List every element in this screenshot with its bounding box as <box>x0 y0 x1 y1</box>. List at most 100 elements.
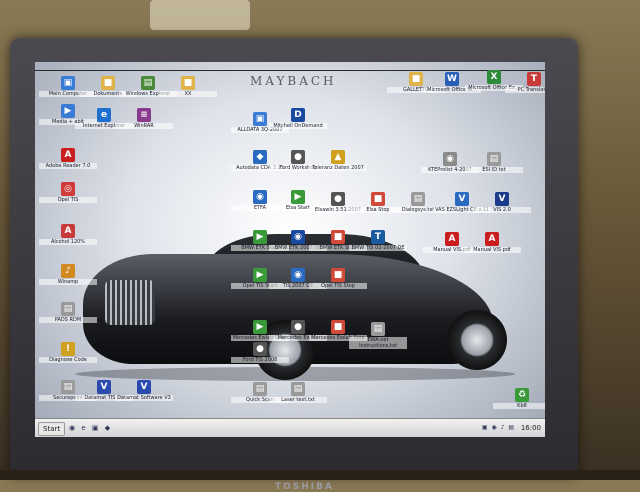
desktop-shortcut-label: Mitchell OnDemand <box>269 123 327 129</box>
securepoint-icon[interactable]: ▤ <box>61 380 75 394</box>
desktop-shortcut[interactable]: ▤ EWA.net Instructions.txt <box>349 322 407 349</box>
desktop-shortcut[interactable]: ▤ ESI ID txt <box>465 152 523 173</box>
desktop-shortcut[interactable]: ■ Opel TIS Stop <box>309 268 367 289</box>
system-tray[interactable]: ▣ ◉ ♪ ▤ <box>482 424 515 431</box>
desktop-shortcut-label: EWA.net Instructions.txt <box>349 337 407 349</box>
pads-icon[interactable]: ▤ <box>61 302 75 316</box>
bmw-tis-icon[interactable]: T <box>371 230 385 244</box>
desktop-shortcut[interactable]: ▲ Toleranz Daten 2007 <box>309 150 367 171</box>
manual-vis-pdf-icon[interactable]: A <box>445 232 459 246</box>
documents-folder-icon[interactable]: ■ <box>101 76 115 90</box>
vas-icon[interactable]: V <box>455 192 469 206</box>
desktop-shortcut-label: Winamp <box>39 279 97 285</box>
ms-word-icon[interactable]: W <box>445 72 459 86</box>
desktop-shortcut-label: VIS 2.0 <box>473 207 531 213</box>
desktop-shortcut[interactable]: D Mitchell OnDemand <box>269 108 327 129</box>
winrar-icon[interactable]: ≡ <box>137 108 151 122</box>
bmw-etk-icon[interactable]: ◉ <box>291 230 305 244</box>
quick-scan-icon[interactable]: ▤ <box>253 382 267 396</box>
desktop-shortcut-label: Kb8 <box>493 403 545 409</box>
recycle-bin-icon[interactable]: ♻ <box>515 388 529 402</box>
ewa-txt-icon[interactable]: ▤ <box>371 322 385 336</box>
opel-tis-icon[interactable]: ◎ <box>61 182 75 196</box>
desktop-shortcut-label: Toleranz Daten 2007 <box>309 165 367 171</box>
desktop-shortcut[interactable]: V VIS 2.0 <box>473 192 531 213</box>
wall-outlet <box>150 0 250 30</box>
desktop-shortcut-label: Ford TIS 2008 <box>231 357 289 363</box>
desktop-shortcut[interactable]: A Adobe Reader 7.0 <box>39 148 97 169</box>
windows-explorer-icon[interactable]: ▤ <box>141 76 155 90</box>
desktop-shortcut-label: Laser text.txt <box>269 397 327 403</box>
toleranz-daten-icon[interactable]: ▲ <box>331 150 345 164</box>
bmw-etk-start-icon[interactable]: ▶ <box>253 230 267 244</box>
desktop-shortcut-label: Diagnose Code <box>39 357 97 363</box>
desktop-shortcut[interactable]: ♻ Kb8 <box>493 388 545 409</box>
desktop-shortcut-label: Opel TIS Stop <box>309 283 367 289</box>
taskbar: Start ◉ e ▣ ◆ ▣ ◉ ♪ ▤ 16:00 <box>35 418 545 437</box>
desktop-shortcut[interactable]: A Alcohol 120% <box>39 224 97 245</box>
desktop-shortcut-label: Datamat Software V3 <box>115 395 173 401</box>
opel-tis-start-icon[interactable]: ▶ <box>253 268 267 282</box>
desktop-shortcut-label: Alcohol 120% <box>39 239 97 245</box>
mercedes-stop-icon[interactable]: ■ <box>331 320 345 334</box>
ford-workshop-icon[interactable]: ● <box>291 150 305 164</box>
alldata-icon[interactable]: ▣ <box>253 112 267 126</box>
alcohol-icon[interactable]: A <box>61 224 75 238</box>
desktop-shortcut[interactable]: ▤ PADS RDM <box>39 302 97 323</box>
mercedes-ewlab-icon[interactable]: ● <box>291 320 305 334</box>
my-computer-icon[interactable]: ▣ <box>61 76 75 90</box>
quick-launch-bar[interactable]: ◉ e ▣ ◆ <box>69 424 112 432</box>
datamat-software-icon[interactable]: V <box>137 380 151 394</box>
galletto-folder-icon[interactable]: ■ <box>409 72 423 86</box>
winamp-icon[interactable]: ♪ <box>61 264 75 278</box>
adobe-reader-icon[interactable]: A <box>61 148 75 162</box>
desktop-shortcut-label: Opel TIS <box>39 197 97 203</box>
manual-vis-pdf-2-icon[interactable]: A <box>485 232 499 246</box>
desktop-shortcut[interactable]: ◎ Opel TIS <box>39 182 97 203</box>
desktop-shortcut-label: PADS RDM <box>39 317 97 323</box>
autodata-icon[interactable]: ◆ <box>253 150 267 164</box>
desktop-shortcut[interactable]: ≡ WinRAR <box>115 108 173 129</box>
desktop-shortcut[interactable]: ● Ford TIS 2008 <box>231 342 289 363</box>
ford-tis-icon[interactable]: ● <box>253 342 267 356</box>
diagnose-code-icon[interactable]: ! <box>61 342 75 356</box>
monitor-brand: TOSHIBA <box>275 482 334 492</box>
desktop-shortcut[interactable]: ■ XX <box>159 76 217 97</box>
desktop-shortcut[interactable]: T BMW TIS 02-2007 DE <box>349 230 407 251</box>
dialogsys-txt-icon[interactable]: ▤ <box>411 192 425 206</box>
media-player-icon[interactable]: ▶ <box>61 104 75 118</box>
mercedes-start-icon[interactable]: ▶ <box>253 320 267 334</box>
desktop-screen: MAYBACH ▣ Mein Computer ■ Dokumente ▤ Windows… <box>35 62 545 437</box>
bmw-etk-stop-icon[interactable]: ■ <box>331 230 345 244</box>
datamat-tis-icon[interactable]: V <box>97 380 111 394</box>
desktop-shortcut-label: PC Translator <box>505 87 545 93</box>
esi-txt-icon[interactable]: ▤ <box>487 152 501 166</box>
taskbar-clock: 16:00 <box>520 424 541 432</box>
etfa-icon[interactable]: ◉ <box>253 190 267 204</box>
elsawin-icon[interactable]: ● <box>331 192 345 206</box>
ms-excel-icon[interactable]: X <box>487 70 501 84</box>
opel-tis-stop-icon[interactable]: ■ <box>331 268 345 282</box>
car-rear-wheel <box>447 310 507 370</box>
elsa-start-icon[interactable]: ▶ <box>291 190 305 204</box>
vis-icon[interactable]: V <box>495 192 509 206</box>
desktop-shortcut[interactable]: A Manual VIS pdf <box>463 232 521 253</box>
wallpaper-title: MAYBACH <box>250 74 337 88</box>
desktop-shortcut[interactable]: TPC Translator <box>505 72 545 93</box>
pc-translator-icon[interactable]: T <box>527 72 541 86</box>
folder-icon[interactable]: ■ <box>181 76 195 90</box>
kte-prolist-icon[interactable]: ◉ <box>443 152 457 166</box>
desktop-shortcut[interactable]: V Datamat Software V3 <box>115 380 173 401</box>
elsa-stop-icon[interactable]: ■ <box>371 192 385 206</box>
internet-explorer-icon[interactable]: e <box>97 108 111 122</box>
desktop-shortcut-label: Adobe Reader 7.0 <box>39 163 97 169</box>
start-button[interactable]: Start <box>38 422 66 436</box>
desktop-shortcut[interactable]: ♪ Winamp <box>39 264 97 285</box>
mitchell-ondemand-icon[interactable]: D <box>291 108 305 122</box>
desktop-shortcut-label: XX <box>159 91 217 97</box>
laser-txt-icon[interactable]: ▤ <box>291 382 305 396</box>
desktop-shortcut[interactable]: ▤ Laser text.txt <box>269 382 327 403</box>
desktop-shortcut-label: BMW TIS 02-2007 DE <box>349 245 407 251</box>
tis-2007-icon[interactable]: ◉ <box>291 268 305 282</box>
desktop-shortcut[interactable]: ! Diagnose Code <box>39 342 97 363</box>
